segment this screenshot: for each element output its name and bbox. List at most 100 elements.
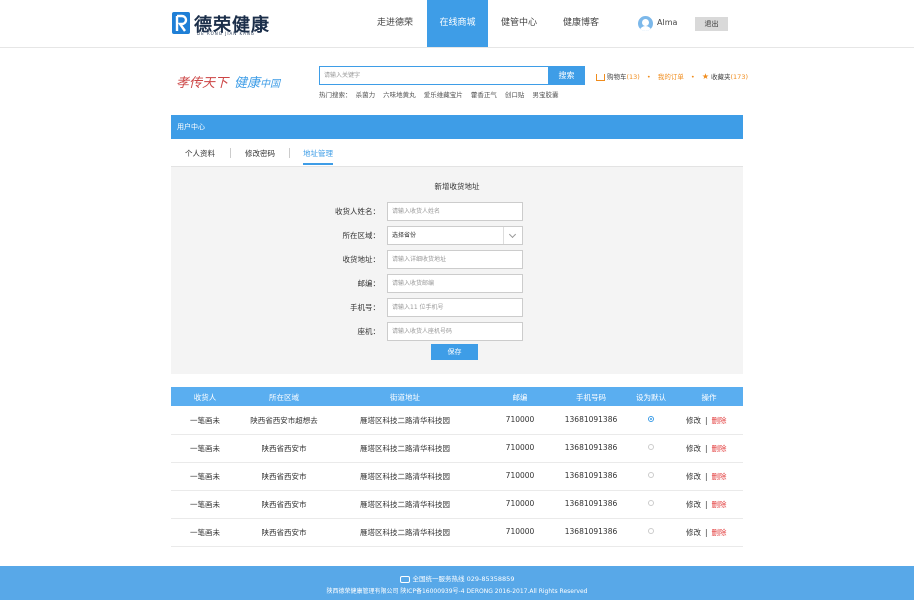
column-header: 设为默认 — [636, 393, 666, 402]
phone-icon — [399, 575, 410, 583]
cell-receiver: 一笔画未 — [190, 472, 220, 481]
hot-searches: 热门搜索： 杀菌力 六味地黄丸 爱乐维藏宝片 藿香正气 创口贴 男宝胶囊 — [319, 89, 564, 99]
cell-receiver: 一笔画未 — [190, 500, 220, 509]
default-radio[interactable] — [648, 528, 654, 534]
mobile-input[interactable]: 请输入11 位手机号 — [387, 298, 523, 317]
cell-zip: 710000 — [505, 471, 535, 480]
top-header: 德荣健康 DE RONG JIAN KANG 走进德荣 在线商城 健管中心 健康… — [0, 0, 914, 48]
row-actions: 修改 | 删除 — [686, 499, 727, 510]
delete-link[interactable]: 删除 — [712, 500, 727, 509]
star-icon: ★ — [701, 72, 710, 81]
column-header: 街道地址 — [390, 393, 420, 402]
cell-region: 陕西省西安市 — [261, 500, 307, 509]
cell-street: 雁塔区科技二路清华科技园 — [360, 472, 450, 481]
action-separator: | — [705, 528, 708, 537]
tab-divider — [230, 148, 231, 158]
cart-icon — [596, 73, 605, 81]
address-input[interactable]: 请输入详细收货地址 — [387, 250, 523, 269]
user-avatar-icon[interactable] — [638, 16, 653, 31]
table-row: 一笔画未 陕西省西安市 雁塔区科技二路清华科技园 710000 13681091386 修… — [171, 434, 743, 463]
favorites-link[interactable]: 收藏夹 — [711, 73, 731, 81]
table-row: 一笔画未 陕西省西安市 雁塔区科技二路清华科技园 710000 13681091386 修… — [171, 518, 743, 547]
logout-button[interactable]: 退出 — [695, 17, 728, 31]
column-header: 收货人 — [193, 393, 217, 402]
hot-term[interactable]: 藿香正气 — [471, 91, 497, 99]
cell-region: 陕西省西安市超想去 — [250, 416, 318, 425]
tab-change-password[interactable]: 修改密码 — [245, 148, 275, 159]
table-row: 一笔画未 陕西省西安市超想去 雁塔区科技二路清华科技园 710000 136810913… — [171, 406, 743, 435]
column-header: 邮编 — [512, 393, 528, 402]
username[interactable]: Alma — [657, 18, 677, 27]
delete-link[interactable]: 删除 — [712, 472, 727, 481]
hot-term[interactable]: 杀菌力 — [356, 91, 376, 99]
hot-term[interactable]: 男宝胶囊 — [532, 91, 558, 99]
edit-link[interactable]: 修改 — [686, 500, 701, 509]
delete-link[interactable]: 删除 — [712, 416, 727, 425]
action-separator: | — [705, 472, 708, 481]
chevron-down-icon[interactable] — [503, 227, 522, 244]
row-actions: 修改 | 删除 — [686, 415, 727, 426]
address-label: 收货地址： — [342, 255, 381, 264]
default-radio[interactable] — [648, 500, 654, 506]
receiver-name-label: 收货人姓名： — [335, 207, 380, 216]
delete-link[interactable]: 删除 — [712, 444, 727, 453]
orders-link[interactable]: 我的订单 — [658, 73, 684, 81]
cell-phone: 13681091386 — [564, 443, 618, 452]
delete-link[interactable]: 删除 — [712, 528, 727, 537]
column-header: 操作 — [701, 393, 717, 402]
tab-address[interactable]: 地址管理 — [303, 148, 333, 165]
hot-label: 热门搜索： — [319, 91, 352, 99]
user-center-title: 用户中心 — [171, 115, 743, 139]
cell-receiver: 一笔画未 — [190, 444, 220, 453]
cart-link[interactable]: 购物车 — [607, 73, 627, 81]
default-radio[interactable] — [648, 416, 654, 422]
cell-zip: 710000 — [505, 527, 535, 536]
cell-region: 陕西省西安市 — [261, 444, 307, 453]
receiver-name-input[interactable]: 请输入收货人姓名 — [387, 202, 523, 221]
separator-dot: • — [690, 73, 695, 81]
default-radio[interactable] — [648, 444, 654, 450]
search-input[interactable]: 请输入关键字 — [319, 66, 551, 85]
cell-zip: 710000 — [505, 443, 535, 452]
hot-term[interactable]: 六味地黄丸 — [383, 91, 416, 99]
cell-street: 雁塔区科技二路清华科技园 — [360, 444, 450, 453]
column-header: 所在区域 — [269, 393, 299, 402]
favorites-count: (173) — [730, 73, 748, 81]
cell-receiver: 一笔画未 — [190, 528, 220, 537]
edit-link[interactable]: 修改 — [686, 444, 701, 453]
cell-zip: 710000 — [505, 499, 535, 508]
hot-term[interactable]: 爱乐维藏宝片 — [424, 91, 463, 99]
table-row: 一笔画未 陕西省西安市 雁塔区科技二路清华科技园 710000 13681091386 修… — [171, 462, 743, 491]
slogan-part-3: 中国 — [260, 79, 281, 90]
nav-about[interactable]: 走进德荣 — [366, 0, 424, 47]
save-button[interactable]: 保存 — [431, 344, 478, 360]
row-actions: 修改 | 删除 — [686, 471, 727, 482]
address-table-header: 收货人 所在区域 街道地址 邮编 手机号码 设为默认 操作 — [171, 387, 743, 406]
edit-link[interactable]: 修改 — [686, 528, 701, 537]
nav-shop[interactable]: 在线商城 — [427, 0, 488, 47]
region-select-value: 选择省份 — [392, 232, 417, 239]
landline-input[interactable]: 请输入收货人座机号码 — [387, 322, 523, 341]
landline-label: 座机： — [357, 327, 381, 336]
form-title: 新增收货地址 — [434, 182, 480, 191]
default-radio[interactable] — [648, 472, 654, 478]
search-button[interactable]: 搜索 — [548, 66, 585, 85]
slogan-part-2: 健康 — [234, 76, 261, 91]
nav-health-center[interactable]: 健管中心 — [490, 0, 548, 47]
hot-term[interactable]: 创口贴 — [505, 91, 525, 99]
cell-phone: 13681091386 — [564, 471, 618, 480]
zip-input[interactable]: 请输入收货邮编 — [387, 274, 523, 293]
region-select[interactable]: 选择省份 — [387, 226, 523, 245]
row-actions: 修改 | 删除 — [686, 527, 727, 538]
mobile-label: 手机号： — [350, 303, 380, 312]
region-label: 所在区域： — [342, 231, 381, 240]
nav-health-blog[interactable]: 健康博客 — [552, 0, 610, 47]
address-form-panel — [171, 167, 743, 374]
cart-count: (13) — [626, 73, 640, 81]
tab-profile[interactable]: 个人资料 — [185, 148, 215, 159]
hotline-text: 全国统一服务热线 029-85358859 — [412, 575, 515, 583]
edit-link[interactable]: 修改 — [686, 472, 701, 481]
cell-phone: 13681091386 — [564, 415, 618, 424]
action-separator: | — [705, 500, 708, 509]
edit-link[interactable]: 修改 — [686, 416, 701, 425]
